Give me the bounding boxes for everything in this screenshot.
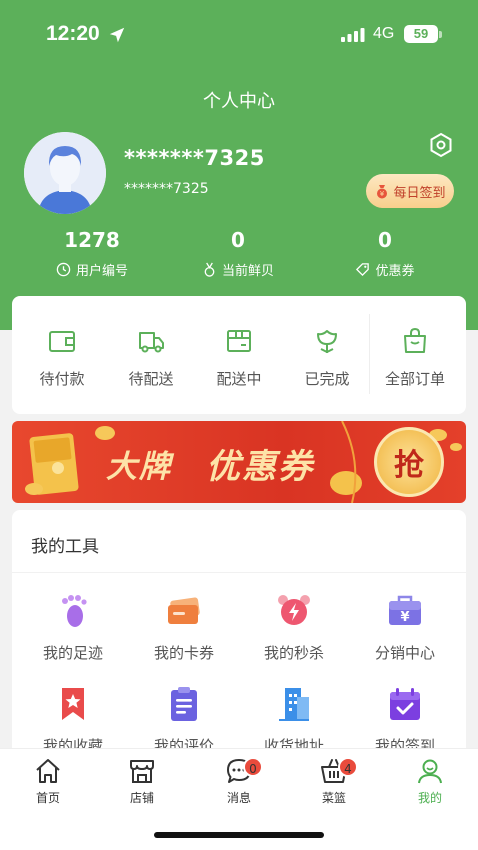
banner-coupon-text: 优惠券 [206, 447, 314, 487]
daily-signin-label: 每日签到 [393, 185, 446, 201]
signal-icon [341, 28, 365, 42]
tool-label: 我的足迹 [42, 644, 103, 662]
card-icon [168, 597, 200, 624]
tab-home[interactable]: 首页 [13, 757, 83, 806]
truck-icon [139, 332, 164, 353]
battery-tip [439, 31, 442, 38]
settings-gear-icon[interactable] [428, 132, 454, 158]
home-indicator [154, 832, 324, 838]
tab-label: 店铺 [129, 791, 154, 805]
battery-icon: 59 [404, 25, 438, 43]
order-label: 配送中 [216, 370, 262, 388]
tab-label: 消息 [226, 791, 251, 805]
tool-label: 分销中心 [374, 644, 435, 662]
order-label: 待付款 [39, 370, 85, 388]
order-all[interactable]: 全部订单 [370, 326, 460, 389]
order-completed[interactable]: 已完成 [282, 326, 372, 389]
wallet-icon [49, 331, 75, 352]
tab-store[interactable]: 店铺 [107, 757, 177, 806]
tools-divider [12, 572, 466, 573]
tab-label: 我的 [417, 791, 442, 805]
flower-icon [317, 330, 337, 354]
tab-mine[interactable]: 我的 [395, 757, 465, 806]
tool-label: 我的秒杀 [263, 644, 324, 662]
orders-card: 待付款 待配送 配送中 已完成 全部订单 [12, 296, 466, 414]
user-icon [418, 759, 442, 784]
tool-reviews[interactable]: 我的评价 [129, 685, 239, 756]
avatar-person-icon [24, 132, 106, 214]
order-delivering[interactable]: 配送中 [194, 326, 284, 389]
stat-value: 0 [231, 228, 245, 252]
daily-signin-button[interactable]: ¥ 每日签到 [366, 174, 454, 208]
svg-text:¥: ¥ [380, 190, 385, 198]
building-icon [279, 688, 309, 721]
tool-distribution[interactable]: ¥ 分销中心 [350, 592, 460, 663]
tool-signin[interactable]: 我的签到 [350, 685, 460, 756]
order-pending-payment[interactable]: 待付款 [17, 326, 107, 389]
stat-label: 当前鲜贝 [221, 264, 274, 279]
avatar[interactable] [24, 132, 106, 214]
stat-user-id[interactable]: 1278 用户编号 [22, 228, 162, 281]
location-arrow-icon [109, 27, 125, 43]
stat-coupons[interactable]: 0 优惠券 [315, 228, 455, 281]
tab-label: 首页 [35, 791, 60, 805]
stat-label: 用户编号 [75, 264, 128, 279]
status-bar: 12:20 4G 59 [0, 0, 478, 70]
order-label: 待配送 [128, 370, 174, 388]
order-pending-delivery[interactable]: 待配送 [106, 326, 196, 389]
stat-points[interactable]: 0 当前鲜贝 [168, 228, 308, 281]
tab-label: 菜篮 [321, 791, 346, 805]
briefcase-icon: ¥ [389, 595, 421, 625]
money-bag-icon: ¥ [377, 185, 388, 199]
footprint-icon [62, 595, 87, 627]
calendar-check-icon [390, 688, 420, 720]
svg-text:¥: ¥ [400, 610, 409, 625]
message-badge: 0 [243, 757, 263, 777]
tag-icon [356, 263, 370, 277]
network-type: 4G [373, 25, 395, 42]
tool-cards[interactable]: 我的卡券 [129, 592, 239, 663]
order-label: 全部订单 [384, 370, 445, 388]
home-icon [36, 759, 60, 783]
medal-icon [204, 262, 215, 277]
banner-headline: 大牌 [106, 449, 172, 485]
store-icon [130, 760, 154, 783]
stat-label: 优惠券 [375, 264, 415, 279]
status-time: 12:20 [46, 22, 100, 45]
tool-label: 我的卡券 [153, 644, 214, 662]
bookmark-star-icon [62, 688, 84, 720]
tool-addresses[interactable]: 收货地址 [239, 685, 349, 756]
box-icon [227, 330, 251, 352]
bag-icon [404, 327, 426, 353]
tool-favorites[interactable]: 我的收藏 [18, 685, 128, 756]
grab-coupon-button[interactable]: 抢 [374, 427, 444, 497]
basket-badge: 4 [338, 757, 358, 777]
clipboard-icon [171, 687, 197, 721]
tab-messages[interactable]: 0 消息 [204, 757, 274, 806]
stat-value: 0 [378, 228, 392, 252]
tools-title: 我的工具 [31, 537, 99, 557]
tool-flash-sale[interactable]: 我的秒杀 [239, 592, 349, 663]
coupon-banner[interactable]: 大牌 优惠券 抢 [12, 421, 466, 503]
tab-basket[interactable]: 4 菜篮 [299, 757, 369, 806]
clock-icon [56, 262, 71, 277]
page-title: 个人中心 [203, 91, 275, 112]
tools-card: 我的工具 我的足迹 我的卡券 我的秒杀 ¥ 分销中心 我的收藏 我的评价 收货地… [12, 510, 466, 770]
alarm-icon [278, 595, 310, 625]
tool-footprint[interactable]: 我的足迹 [18, 592, 128, 663]
order-label: 已完成 [304, 370, 350, 388]
user-name: *******7325 [124, 146, 265, 170]
user-subtitle: *******7325 [124, 181, 209, 197]
stat-value: 1278 [64, 228, 120, 252]
